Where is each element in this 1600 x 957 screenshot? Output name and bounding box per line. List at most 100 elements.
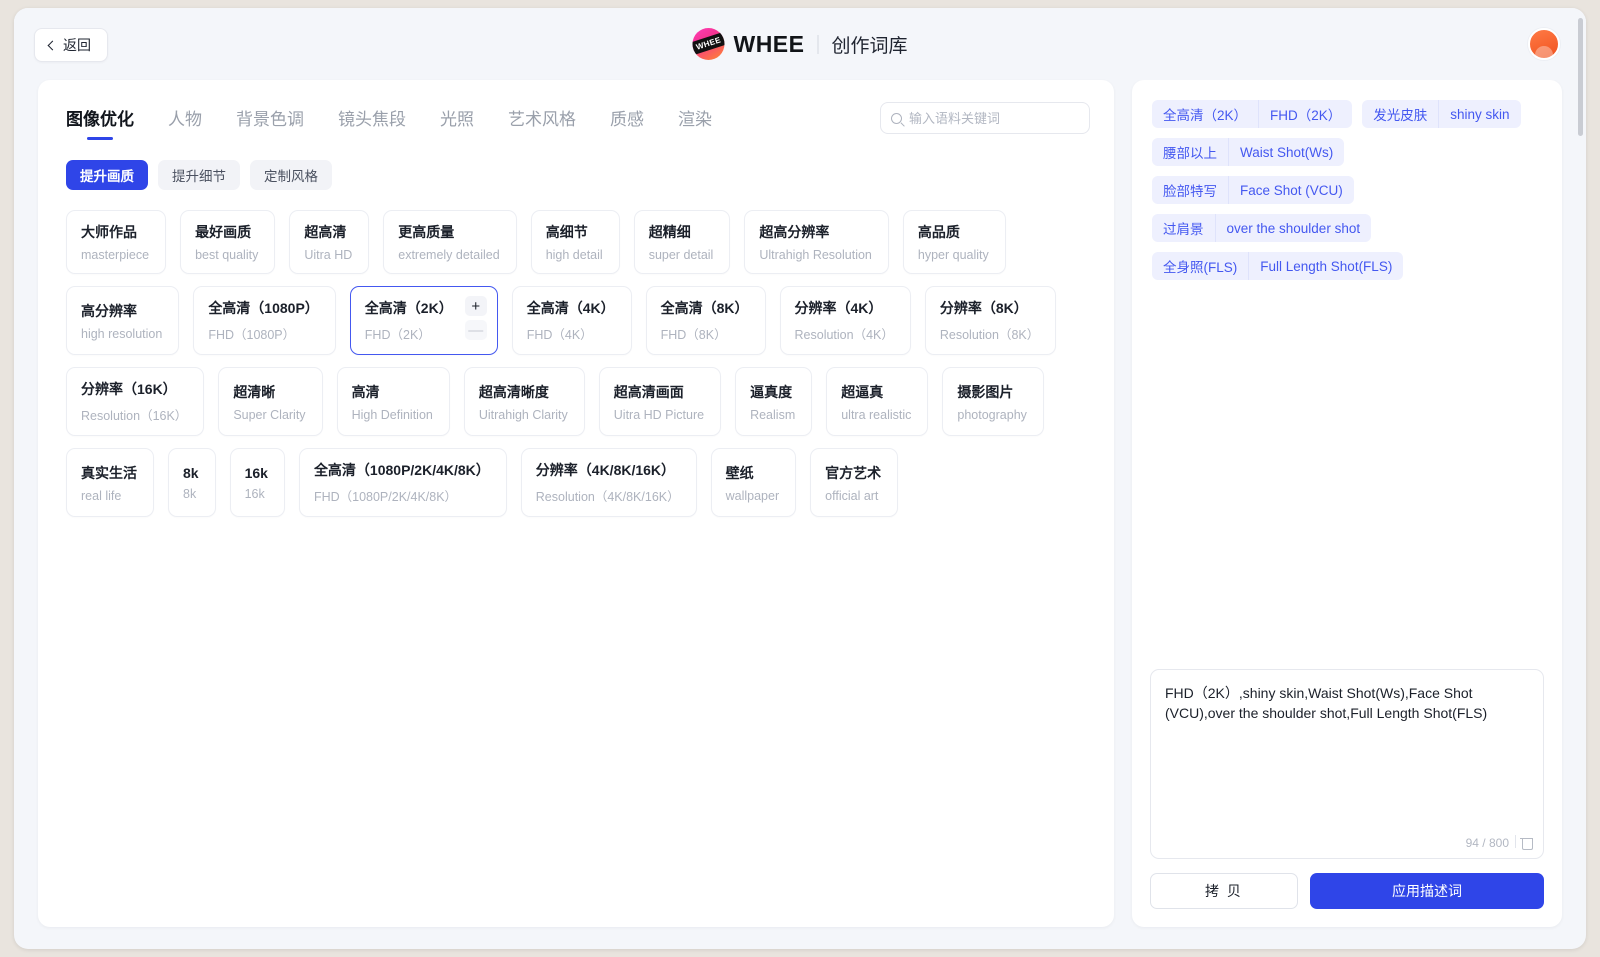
keyword-card[interactable]: 分辨率（16K）Resolution（16K） (66, 367, 204, 436)
keyword-card[interactable]: 超逼真ultra realistic (826, 367, 928, 436)
tab-3[interactable]: 镜头焦段 (338, 105, 406, 140)
keyword-card[interactable]: 8k8k (168, 448, 216, 517)
subtab-2[interactable]: 定制风格 (250, 160, 332, 190)
selected-tag[interactable]: 发光皮肤shiny skin (1362, 100, 1520, 128)
subtab-1[interactable]: 提升细节 (158, 160, 240, 190)
keyword-card-en: high detail (546, 248, 603, 262)
prompt-textarea[interactable]: FHD（2K）,shiny skin,Waist Shot(Ws),Face S… (1150, 669, 1544, 859)
keyword-card[interactable]: 全高清（1080P/2K/4K/8K）FHD（1080P/2K/4K/8K） (299, 448, 507, 517)
counter-divider (1515, 835, 1516, 848)
keyword-card-en: extremely detailed (398, 248, 499, 262)
back-button[interactable]: 返回 (34, 28, 108, 62)
keyword-card-cn: 分辨率（8K） (940, 298, 1039, 318)
keyword-card[interactable]: 超高清画面Uitra HD Picture (599, 367, 721, 436)
increase-weight-button[interactable]: + (465, 296, 487, 316)
keyword-card[interactable]: 摄影图片 photography (942, 367, 1044, 436)
avatar[interactable] (1528, 28, 1560, 60)
selection-panel: 全高清（2K）FHD（2K） 发光皮肤shiny skin 腰部以上Waist Sh… (1132, 80, 1562, 927)
app-window: 返回 WHEE WHEE 创作词库 图像优化人物背景色调镜头焦段光照艺术风格质感… (14, 8, 1586, 949)
subtab-0[interactable]: 提升画质 (66, 160, 148, 190)
decrease-weight-button[interactable]: — (465, 320, 487, 340)
search-icon (891, 113, 902, 124)
search-box[interactable] (880, 102, 1090, 134)
selected-tag-en: over the shoulder shot (1215, 214, 1372, 242)
keyword-card[interactable]: 高品质hyper quality (903, 210, 1006, 274)
keyword-card-en: Uitrahigh Clarity (479, 408, 568, 422)
copy-button[interactable]: 拷 贝 (1150, 873, 1298, 909)
selected-tag[interactable]: 腰部以上Waist Shot(Ws) (1152, 138, 1344, 166)
tab-0[interactable]: 图像优化 (66, 105, 134, 140)
keyword-card[interactable]: 16k16k (230, 448, 285, 517)
selected-tag[interactable]: 过肩景over the shoulder shot (1152, 214, 1371, 242)
keyword-card[interactable]: 更高质量extremely detailed (383, 210, 516, 274)
tab-5[interactable]: 艺术风格 (508, 105, 576, 140)
keyword-card[interactable]: 壁纸wallpaper (711, 448, 797, 517)
keyword-card[interactable]: 全高清（2K）FHD（2K）+— (350, 286, 498, 355)
app-header: 返回 WHEE WHEE 创作词库 (14, 8, 1586, 80)
tab-7[interactable]: 渲染 (678, 105, 712, 140)
keyword-card[interactable]: 分辨率（4K） Resolution（4K） (780, 286, 911, 355)
keyword-card[interactable]: 全高清（8K）FHD（8K） (646, 286, 766, 355)
keyword-card-cn: 超高清晰度 (479, 382, 568, 402)
keyword-card-cn: 高细节 (546, 222, 603, 242)
keyword-card-en: Ultrahigh Resolution (759, 248, 872, 262)
keyword-card-en: Uitra HD Picture (614, 408, 704, 422)
keyword-card-en: Resolution（8K） (940, 324, 1039, 343)
keyword-card[interactable]: 超精细super detail (634, 210, 731, 274)
keyword-card-en: Resolution（4K/8K/16K） (536, 486, 680, 505)
keyword-card[interactable]: 全高清（4K）FHD（4K） (512, 286, 632, 355)
apply-prompt-button[interactable]: 应用描述词 (1310, 873, 1544, 909)
keyword-card[interactable]: 超高清 Uitra HD (289, 210, 369, 274)
keyword-card[interactable]: 分辨率（4K/8K/16K）Resolution（4K/8K/16K） (521, 448, 697, 517)
tab-4[interactable]: 光照 (440, 105, 474, 140)
keyword-card-cn: 超清晰 (233, 382, 305, 402)
keyword-card[interactable]: 超高清晰度 Uitrahigh Clarity (464, 367, 585, 436)
keyword-card[interactable]: 逼真度Realism (735, 367, 812, 436)
brand: WHEE WHEE 创作词库 (692, 28, 907, 60)
keyword-card-cn: 全高清（1080P/2K/4K/8K） (314, 460, 490, 480)
keyword-card[interactable]: 超高分辨率Ultrahigh Resolution (744, 210, 889, 274)
keyword-card[interactable]: 高清High Definition (337, 367, 450, 436)
weight-stepper: +— (465, 296, 487, 340)
selected-tag-en: FHD（2K） (1258, 100, 1352, 128)
keyword-card[interactable]: 分辨率（8K） Resolution（8K） (925, 286, 1056, 355)
keyword-card[interactable]: 全高清（1080P）FHD（1080P） (193, 286, 335, 355)
keyword-card-cn: 摄影图片 (957, 382, 1027, 402)
keyword-card[interactable]: 高细节 high detail (531, 210, 620, 274)
keyword-card-en: FHD（1080P） (208, 324, 318, 343)
panel-scrollbar[interactable] (1578, 18, 1583, 136)
keyword-card-en: Uitra HD (304, 248, 352, 262)
whee-logo-icon: WHEE (692, 28, 724, 60)
brand-name: WHEE (733, 31, 804, 58)
keyword-card[interactable]: 高分辨率high resolution (66, 286, 179, 355)
search-input[interactable] (909, 111, 1085, 126)
keyword-card[interactable]: 大师作品masterpiece (66, 210, 166, 274)
tab-6[interactable]: 质感 (610, 105, 644, 140)
prompt-text: FHD（2K）,shiny skin,Waist Shot(Ws),Face S… (1165, 683, 1529, 723)
tab-1[interactable]: 人物 (168, 105, 202, 140)
keyword-card[interactable]: 超清晰Super Clarity (218, 367, 322, 436)
selected-tag-cn: 腰部以上 (1152, 138, 1228, 166)
page-title: 创作词库 (831, 31, 907, 58)
action-buttons: 拷 贝 应用描述词 (1150, 873, 1544, 909)
selected-tag[interactable]: 全身照(FLS)Full Length Shot(FLS) (1152, 252, 1403, 280)
selected-tag-en: Full Length Shot(FLS) (1248, 252, 1403, 280)
keyword-card-cn: 超高清 (304, 222, 352, 242)
keyword-card-en: super detail (649, 248, 714, 262)
keyword-card-en: photography (957, 408, 1027, 422)
keyword-card[interactable]: 最好画质best quality (180, 210, 275, 274)
keyword-card[interactable]: 真实生活real life (66, 448, 154, 517)
tab-2[interactable]: 背景色调 (236, 105, 304, 140)
keyword-card-en: Resolution（4K） (795, 324, 894, 343)
trash-icon[interactable] (1520, 835, 1533, 849)
keyword-card-cn: 8k (183, 465, 199, 481)
keyword-card[interactable]: 官方艺术official art (810, 448, 898, 517)
keyword-card-en: 8k (183, 487, 199, 501)
selected-tag-list: 全高清（2K）FHD（2K） 发光皮肤shiny skin 腰部以上Waist Sh… (1150, 98, 1544, 659)
logo-mark-text: WHEE (695, 35, 722, 51)
keyword-card-cn: 分辨率（4K） (795, 298, 894, 318)
keyword-card-en: High Definition (352, 408, 433, 422)
selected-tag[interactable]: 脸部特写Face Shot (VCU) (1152, 176, 1354, 204)
keyword-card-cn: 高分辨率 (81, 301, 162, 321)
selected-tag[interactable]: 全高清（2K）FHD（2K） (1152, 100, 1352, 128)
